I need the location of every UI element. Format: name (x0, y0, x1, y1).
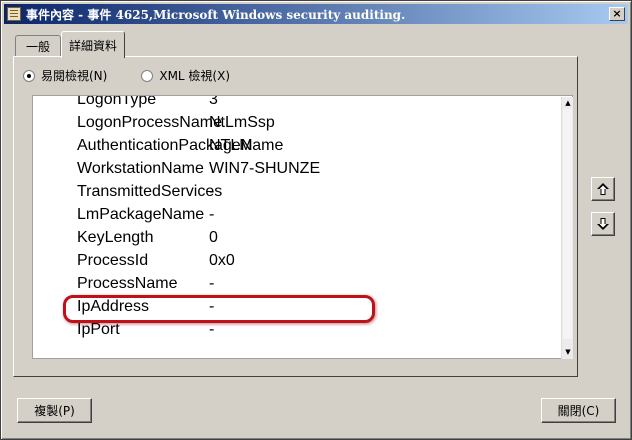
copy-button-label: 複製(P) (34, 404, 75, 418)
detail-value: 3 (209, 95, 218, 108)
xml-view-radio[interactable] (141, 69, 154, 82)
tab-details-label: 詳細資料 (68, 38, 117, 53)
highlight-annotation (63, 295, 375, 323)
detail-key: WorkstationName (77, 160, 204, 177)
tab-details[interactable]: 詳細資料 (61, 31, 125, 58)
detail-key: KeyLength (77, 229, 154, 246)
detail-key: IpPort (77, 321, 120, 338)
detail-value: NTLM (209, 137, 253, 154)
tab-general[interactable]: 一般 (15, 35, 61, 57)
detail-key: ProcessName (77, 275, 178, 292)
detail-value: - (209, 183, 215, 200)
detail-key: LogonType (77, 95, 157, 108)
detail-value: NtLmSsp (209, 114, 275, 131)
vertical-scrollbar[interactable]: ▲ ▼ (561, 97, 573, 359)
previous-event-button[interactable] (591, 177, 615, 201)
event-properties-window: 事件內容 - 事件 4625,Microsoft Windows securit… (0, 0, 632, 440)
event-viewer-icon (7, 7, 21, 21)
close-button-label: 關閉(C) (557, 404, 600, 418)
detail-value: 0x0 (209, 252, 235, 269)
view-mode-options: 易閱檢視(N) XML 檢視(X) (23, 67, 264, 84)
next-event-button[interactable] (591, 212, 615, 236)
detail-key: LmPackageName (77, 206, 205, 223)
title-bar[interactable]: 事件內容 - 事件 4625,Microsoft Windows securit… (4, 4, 628, 24)
detail-key: TransmittedServices (77, 183, 223, 200)
detail-key: ProcessId (77, 252, 149, 269)
up-arrow-icon (597, 183, 609, 195)
scroll-thumb[interactable] (563, 109, 572, 339)
detail-key: LogonProcessName (77, 114, 222, 131)
detail-value: - (209, 321, 215, 338)
detail-value: 0 (209, 229, 218, 246)
window-title: 事件內容 - 事件 4625,Microsoft Windows securit… (26, 7, 406, 22)
scroll-down-arrow-icon[interactable]: ▼ (563, 347, 573, 357)
title-close-button[interactable]: × (609, 7, 625, 21)
scroll-up-arrow-icon[interactable]: ▲ (563, 98, 573, 108)
copy-button[interactable]: 複製(P) (17, 398, 92, 423)
detail-value: WIN7-SHUNZE (209, 160, 321, 177)
close-button[interactable]: 關閉(C) (541, 398, 616, 423)
friendly-view-label[interactable]: 易閱檢視(N) (41, 67, 107, 84)
tab-general-label: 一般 (25, 40, 50, 54)
detail-value: - (209, 206, 215, 223)
detail-value: - (209, 275, 215, 292)
friendly-view-radio[interactable] (23, 69, 35, 82)
xml-view-label[interactable]: XML 檢視(X) (159, 67, 230, 84)
down-arrow-icon (597, 218, 609, 230)
